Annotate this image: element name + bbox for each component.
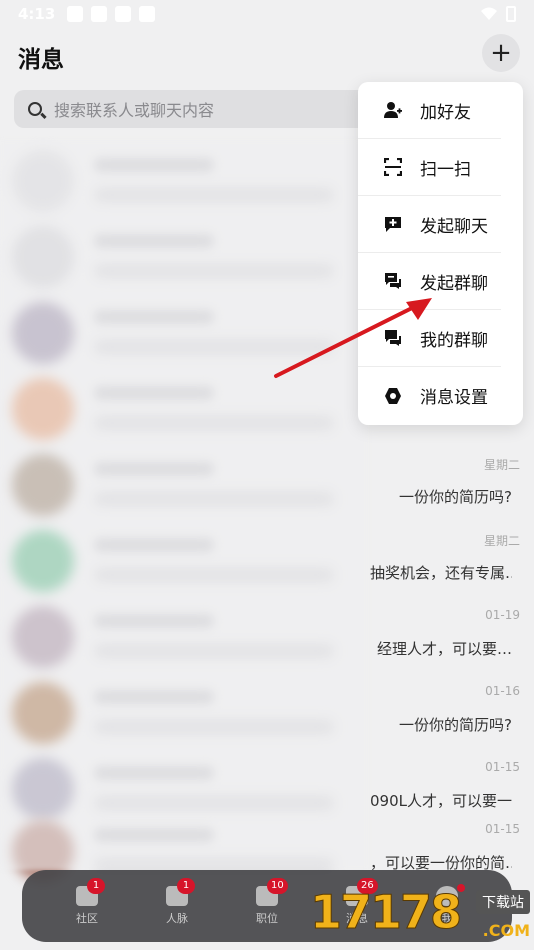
watermark-number: 17178: [309, 885, 462, 940]
search-icon: [28, 102, 42, 116]
conversation-date: 星期二: [483, 534, 520, 548]
status-time: 4:13: [18, 5, 56, 23]
plus-button[interactable]: +: [482, 34, 520, 72]
menu-item-add-friend[interactable]: 加好友: [358, 82, 501, 139]
conversation-date: 01-15: [485, 822, 520, 836]
plus-icon: +: [490, 38, 512, 68]
scan-icon: [384, 158, 402, 176]
notification-icon: [91, 6, 108, 22]
tab-jobs[interactable]: 10 职位: [237, 878, 297, 926]
status-bar: 4:13: [0, 0, 534, 28]
annotation-arrow: [274, 298, 432, 378]
add-friend-icon: [384, 102, 402, 118]
search-placeholder: 搜索联系人或聊天内容: [54, 101, 215, 120]
battery-icon: [506, 6, 516, 22]
blur-overlay: [0, 140, 368, 870]
conversation-date: 星期二: [483, 458, 520, 472]
tab-label: 职位: [256, 912, 278, 925]
notification-icon: [67, 6, 84, 22]
notification-icon: [139, 6, 156, 22]
tab-community[interactable]: 1 社区: [57, 878, 117, 926]
menu-item-label: 扫一扫: [420, 159, 471, 180]
page-title: 消息: [18, 47, 64, 73]
tab-label: 人脉: [166, 912, 188, 925]
menu-item-label: 发起聊天: [420, 216, 488, 237]
badge: 1: [177, 878, 195, 894]
page-header: 消息 +: [0, 28, 534, 86]
menu-item-scan[interactable]: 扫一扫: [358, 139, 501, 196]
badge: 1: [87, 878, 105, 894]
start-group-chat-icon: [385, 273, 401, 289]
conversation-date: 01-16: [485, 684, 520, 698]
menu-item-start-chat[interactable]: 发起聊天: [358, 196, 501, 253]
watermark-download: 下载站: [476, 890, 530, 914]
conversation-date: 01-15: [485, 760, 520, 774]
tab-contacts[interactable]: 1 人脉: [147, 878, 207, 926]
watermark-com: .COM: [482, 921, 530, 940]
start-chat-icon: [385, 217, 401, 232]
site-watermark: 17178 下载站 .COM: [309, 882, 530, 942]
notification-icon: [115, 6, 132, 22]
badge: 10: [267, 878, 288, 894]
wifi-icon: [481, 7, 497, 20]
tab-label: 社区: [76, 912, 98, 925]
menu-item-label: 加好友: [420, 102, 471, 123]
conversation-date: 01-19: [485, 608, 520, 622]
